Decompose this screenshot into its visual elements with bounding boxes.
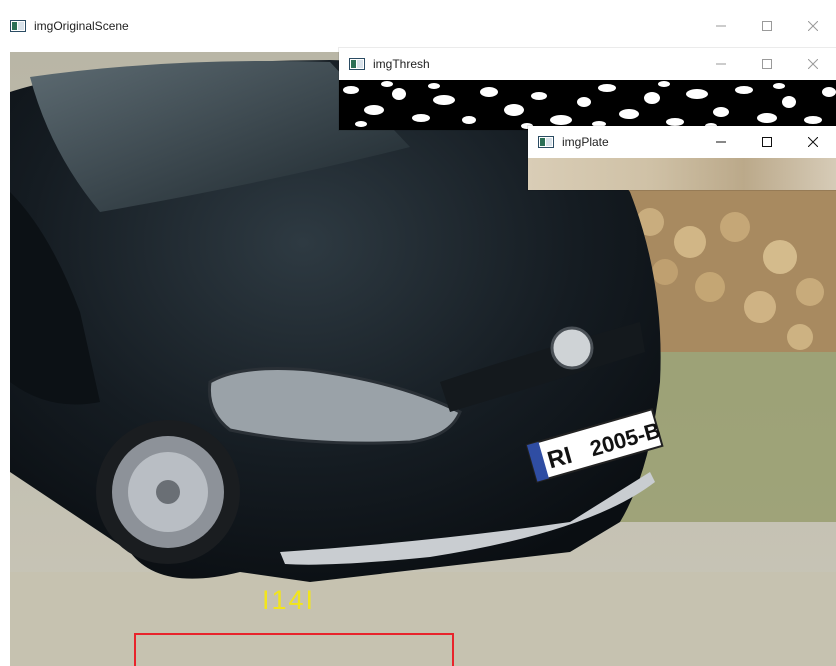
- maximize-button[interactable]: [744, 48, 790, 80]
- close-button[interactable]: [790, 8, 836, 44]
- app-icon: [538, 136, 554, 148]
- app-icon: [349, 58, 365, 70]
- window-title: imgThresh: [373, 57, 430, 71]
- window-controls: [698, 126, 836, 158]
- window-controls: [698, 48, 836, 80]
- threshold-image: [339, 80, 836, 130]
- minimize-button[interactable]: [698, 8, 744, 44]
- window-controls: [698, 8, 836, 44]
- minimize-button[interactable]: [698, 48, 744, 80]
- maximize-button[interactable]: [744, 8, 790, 44]
- maximize-button[interactable]: [744, 126, 790, 158]
- maximize-icon: [762, 21, 772, 31]
- threshold-noise: [343, 81, 836, 129]
- minimize-icon: [716, 25, 726, 27]
- close-icon: [808, 137, 818, 147]
- window-title: imgOriginalScene: [34, 19, 129, 33]
- thresh-window: imgThresh: [339, 48, 836, 130]
- maximize-icon: [762, 137, 772, 147]
- app-icon: [10, 20, 26, 32]
- thresh-titlebar[interactable]: imgThresh: [339, 48, 836, 80]
- window-title: imgPlate: [562, 135, 609, 149]
- detected-plate-text: I14I: [262, 585, 316, 615]
- close-button[interactable]: [790, 126, 836, 158]
- plate-window: imgPlate: [528, 126, 836, 190]
- detected-plate-box: [134, 633, 454, 666]
- close-button[interactable]: [790, 48, 836, 80]
- plate-titlebar[interactable]: imgPlate: [528, 126, 836, 158]
- minimize-icon: [716, 141, 726, 143]
- minimize-icon: [716, 63, 726, 65]
- minimize-button[interactable]: [698, 126, 744, 158]
- plate-crop-image: [528, 158, 836, 190]
- close-icon: [808, 59, 818, 69]
- scene-titlebar[interactable]: imgOriginalScene: [0, 8, 836, 44]
- close-icon: [808, 21, 818, 31]
- maximize-icon: [762, 59, 772, 69]
